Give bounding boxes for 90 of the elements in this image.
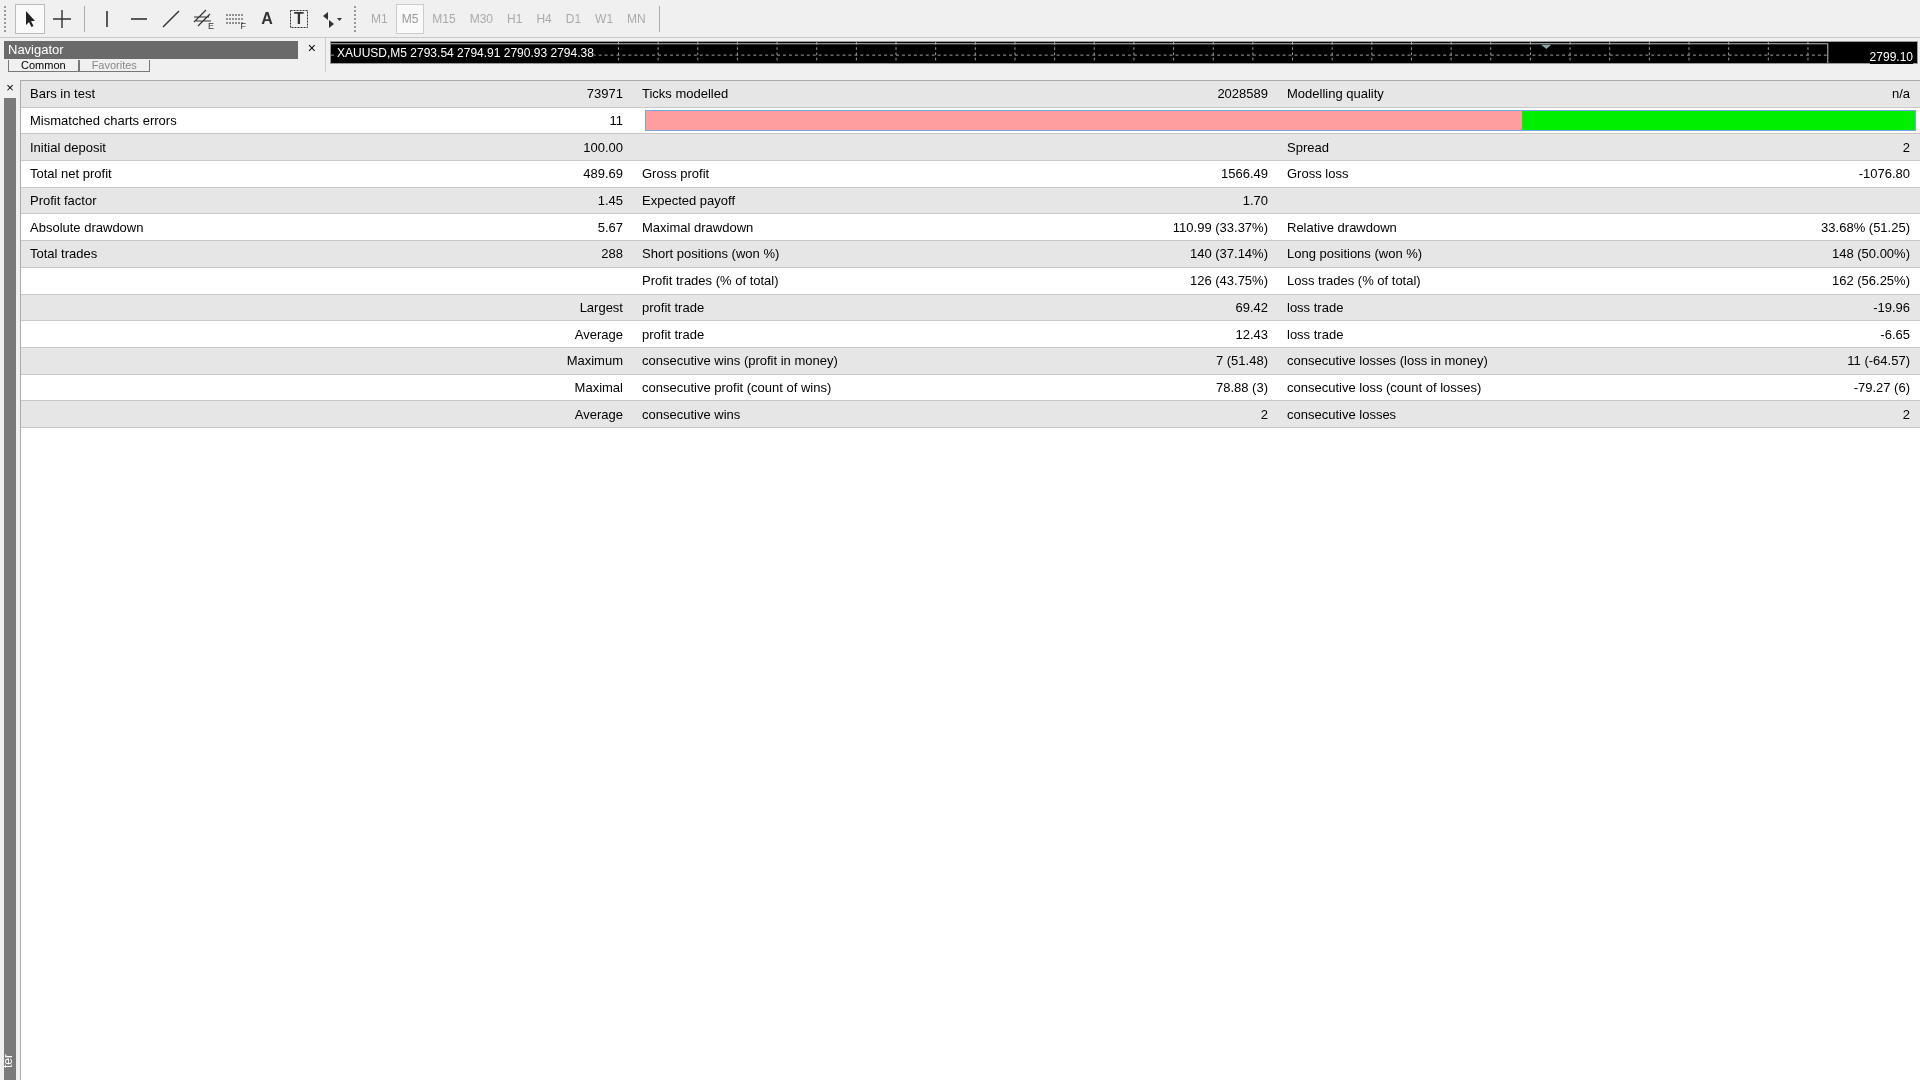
navigator-tab[interactable]: Favorites: [78, 60, 150, 72]
stat-label: consecutive losses (loss in money): [1287, 353, 1488, 369]
stat-value: 2: [1902, 139, 1910, 155]
stat-label: Loss trades (% of total): [1287, 273, 1421, 289]
navigator-tab[interactable]: Common: [8, 60, 79, 72]
panel-tab-label[interactable]: ter: [4, 1054, 15, 1068]
dotted-lines-icon: [226, 13, 244, 24]
stat-label: Long positions (won %): [1287, 246, 1423, 262]
group-caption: Largest: [579, 299, 623, 315]
stat-value: 2: [1260, 406, 1268, 422]
stat-value: 162 (56.25%): [1831, 273, 1910, 289]
stat-value: n/a: [1891, 86, 1910, 102]
close-button[interactable]: ×: [304, 40, 319, 56]
close-button[interactable]: ×: [6, 80, 14, 94]
vertical-line-icon: [106, 10, 108, 27]
stat-label: consecutive profit (count of wins): [642, 379, 832, 395]
stat-label: Ticks modelled: [642, 86, 729, 102]
stat-value: 69.42: [1235, 299, 1268, 315]
cursor-tool-button[interactable]: [15, 3, 45, 34]
stat-value: -79.27 (6): [1853, 379, 1910, 395]
stat-value: 148 (50.00%): [1831, 246, 1910, 262]
stat-label: Mismatched charts errors: [30, 113, 177, 129]
timeframe-button[interactable]: H1: [501, 3, 529, 34]
price-label: 2799.10: [1869, 50, 1913, 64]
stat-label: profit trade: [642, 326, 705, 342]
stat-label: Total trades: [30, 246, 98, 262]
timeframe-button[interactable]: M1: [365, 3, 394, 34]
timeframe-button[interactable]: M30: [463, 3, 500, 34]
stat-value: -19.96: [1873, 299, 1910, 315]
stat-value: 1566.49: [1221, 166, 1268, 182]
horizontal-line-icon: [131, 17, 147, 20]
stat-value: 33.68% (51.25): [1821, 219, 1910, 235]
chart-quote-text: XAUUSD,M5 2793.54 2794.91 2790.93 2794.38: [337, 46, 594, 60]
fibo-tool-button[interactable]: F: [220, 3, 250, 34]
text-label-tool-button[interactable]: T: [284, 3, 314, 34]
stat-value: 73971: [586, 86, 623, 102]
stat-value: 126 (43.75%): [1189, 273, 1268, 289]
stat-value: 7 (51.48): [1215, 353, 1268, 369]
stat-label: consecutive losses: [1287, 406, 1397, 422]
timeframe-button[interactable]: H4: [530, 3, 558, 34]
timeframe-button[interactable]: D1: [559, 3, 588, 34]
stat-label: Bars in test: [30, 86, 96, 102]
dashed-frame-icon: [288, 7, 310, 30]
stat-label: Short positions (won %): [642, 246, 780, 262]
stat-value: 11 (-64.57): [1847, 353, 1910, 369]
stat-value: 5.67: [597, 219, 623, 235]
timeframe-button[interactable]: MN: [621, 3, 652, 34]
stat-label: Profit trades (% of total): [642, 273, 779, 289]
stat-label: Expected payoff: [642, 193, 735, 209]
stat-label: Absolute drawdown: [30, 219, 144, 235]
stat-value: -1076.80: [1858, 166, 1910, 182]
stat-value: 1.45: [597, 193, 623, 209]
stat-value: 12.43: [1235, 326, 1268, 342]
stat-value: -6.65: [1880, 326, 1910, 342]
stat-label: Relative drawdown: [1287, 219, 1397, 235]
stat-value: 78.88 (3): [1215, 379, 1268, 395]
stat-value: 1.70: [1242, 193, 1268, 209]
stat-label: Initial deposit: [30, 139, 106, 155]
group-caption: Maximum: [566, 353, 623, 369]
stat-label: profit trade: [642, 299, 705, 315]
stat-label: consecutive wins: [642, 406, 741, 422]
stat-label: consecutive loss (count of losses): [1287, 379, 1482, 395]
group-caption: Average: [574, 326, 623, 342]
stat-label: Total net profit: [30, 166, 112, 182]
stat-label: loss trade: [1287, 299, 1344, 315]
stat-label: Maximal drawdown: [642, 219, 754, 235]
stat-value: 489.69: [583, 166, 623, 182]
stat-value: 140 (37.14%): [1189, 246, 1268, 262]
stat-label: Gross profit: [642, 166, 710, 182]
stat-value: 110.99 (33.37%): [1172, 219, 1268, 235]
stat-label: Spread: [1287, 139, 1329, 155]
crosshair-icon: [51, 7, 73, 30]
stat-value: 288: [601, 246, 623, 262]
stat-label: Profit factor: [30, 193, 97, 209]
group-caption: Maximal: [574, 379, 623, 395]
stat-label: Modelling quality: [1287, 86, 1384, 102]
stat-label: Gross loss: [1287, 166, 1349, 182]
channel-tool-button[interactable]: E: [188, 3, 218, 34]
group-caption: Average: [574, 406, 623, 422]
timeframe-button[interactable]: W1: [589, 3, 620, 34]
timeframe-button[interactable]: M5: [395, 3, 425, 34]
stat-value: 2: [1902, 406, 1910, 422]
stat-value: 100.00: [583, 139, 623, 155]
text-tool-button[interactable]: A: [252, 3, 282, 34]
stat-label: loss trade: [1287, 326, 1344, 342]
stat-value: 11: [609, 113, 623, 129]
stat-label: consecutive wins (profit in money): [642, 353, 838, 369]
timeframe-button[interactable]: M15: [426, 3, 462, 34]
navigator-title-bar: Navigator: [4, 41, 298, 59]
stat-value: 2028589: [1217, 86, 1268, 102]
